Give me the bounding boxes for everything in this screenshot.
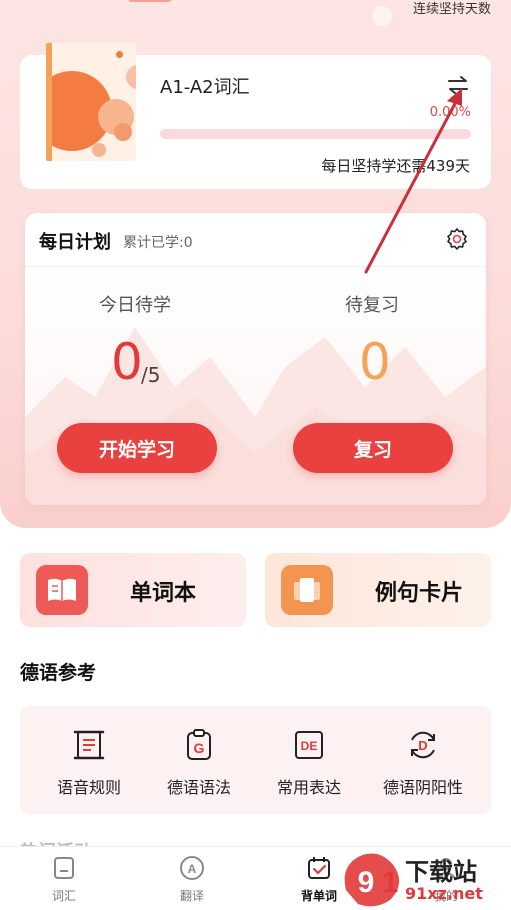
daily-plan-header: 每日计划 累计已学:0	[25, 213, 486, 267]
daily-plan-title: 每日计划	[39, 232, 111, 253]
translate-glyph: A	[188, 862, 197, 876]
svg-text:9: 9	[358, 866, 375, 899]
book-icon	[36, 565, 88, 615]
header-peek-element	[128, 0, 172, 2]
review-button[interactable]: 复习	[293, 423, 453, 473]
translate-icon: A	[179, 855, 205, 881]
reference-item-gender[interactable]: D 德语阴阳性	[364, 728, 482, 798]
watermark-brand: 下载站	[405, 858, 477, 886]
german-reference-card: 语音规则 G 德语语法 DE 常用表达 D 德语阴阳性	[20, 706, 491, 814]
streak-label: 连续坚持天数	[412, 2, 491, 17]
header-decoration	[372, 6, 392, 26]
nav-item-vocabulary[interactable]: 词汇	[24, 855, 104, 904]
sentence-cards-tile[interactable]: 例句卡片	[265, 553, 491, 627]
svg-text:1: 1	[382, 866, 399, 899]
vocabulary-icon	[51, 855, 77, 881]
review-pending-label: 待复习	[345, 295, 399, 316]
days-remaining-text: 每日坚持学还需439天	[321, 157, 470, 175]
gender-glyph: D	[418, 738, 427, 753]
reference-item-label: 常用表达	[276, 778, 341, 797]
nav-item-translate[interactable]: A 翻译	[152, 855, 232, 904]
start-learning-button[interactable]: 开始学习	[57, 423, 217, 473]
german-reference-title: 德语参考	[20, 662, 97, 684]
review-pending-count: 0	[359, 333, 391, 391]
daily-plan-body: 今日待学 0 /5 开始学习 待复习 0 复习	[25, 267, 486, 505]
reference-item-pronunciation[interactable]: 语音规则	[30, 728, 148, 798]
reference-item-expressions[interactable]: DE 常用表达	[250, 728, 368, 798]
de-card-icon: DE	[292, 728, 326, 762]
gender-cycle-icon: D	[406, 728, 440, 762]
vocabulary-book-tile[interactable]: 单词本	[20, 553, 246, 627]
watermark-site: 91xz.net	[405, 884, 483, 903]
nav-label: 翻译	[179, 889, 204, 903]
daily-plan-card: 每日计划 累计已学:0 今日待学 0 /5 开始学习 待复习 0 复习	[25, 213, 486, 505]
today-pending-total: /5	[141, 363, 161, 387]
reference-item-label: 德语语法	[166, 778, 231, 797]
total-learned-text: 累计已学:0	[123, 235, 193, 251]
book-cover-image	[46, 43, 136, 161]
book-progress-percent: 0.00%	[429, 105, 471, 120]
reference-item-label: 语音规则	[56, 778, 121, 797]
today-pending-label: 今日待学	[99, 295, 171, 316]
scroll-icon	[72, 728, 106, 762]
reference-item-label: 德语阴阳性	[382, 778, 463, 797]
sentence-cards-label: 例句卡片	[375, 581, 464, 606]
vocabulary-book-label: 单词本	[130, 581, 197, 606]
grammar-clipboard-icon: G	[182, 728, 216, 762]
nav-label: 词汇	[51, 889, 76, 903]
today-pending-count: 0	[111, 333, 143, 391]
cards-icon	[281, 565, 333, 615]
switch-book-icon[interactable]	[444, 71, 472, 99]
book-progress-bar	[160, 129, 471, 139]
expressions-glyph: DE	[301, 739, 318, 753]
memorize-icon	[306, 855, 332, 881]
gear-icon[interactable]	[445, 227, 469, 251]
book-title: A1-A2词汇	[160, 77, 250, 98]
reference-item-grammar[interactable]: G 德语语法	[140, 728, 258, 798]
current-book-card[interactable]: A1-A2词汇 0.00% 每日坚持学还需439天	[20, 43, 491, 189]
grammar-glyph: G	[194, 740, 205, 756]
